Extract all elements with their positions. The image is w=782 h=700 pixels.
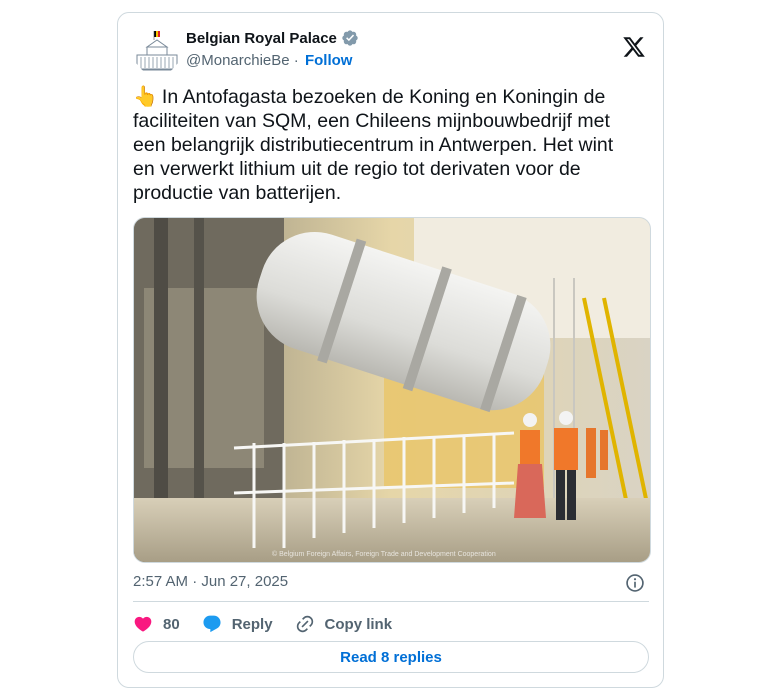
copy-link-button[interactable]: Copy link	[295, 611, 393, 637]
copy-link-label: Copy link	[324, 615, 393, 633]
pointing-up-emoji: 👆	[133, 86, 158, 108]
timestamp[interactable]: 2:57 AM · Jun 27, 2025	[133, 573, 288, 590]
avatar[interactable]	[133, 27, 181, 75]
divider	[133, 601, 649, 602]
reply-bubble-icon	[203, 615, 221, 633]
read-replies-button[interactable]: Read 8 replies	[133, 641, 649, 673]
name-row: Belgian Royal Palace	[186, 29, 359, 47]
reply-label: Reply	[231, 615, 273, 633]
link-icon	[296, 615, 313, 633]
like-count: 80	[163, 615, 180, 633]
timestamp-row: 2:57 AM · Jun 27, 2025	[133, 571, 649, 595]
photo-credit: © Belgium Foreign Affairs, Foreign Trade…	[272, 550, 496, 558]
like-button[interactable]: 80	[133, 611, 180, 637]
tweet-header: Belgian Royal Palace @MonarchieBe · Foll…	[133, 27, 648, 75]
reply-button[interactable]: Reply	[202, 611, 273, 637]
display-name[interactable]: Belgian Royal Palace	[186, 30, 337, 47]
info-icon[interactable]	[625, 573, 645, 593]
action-bar: 80 Reply Copy link	[133, 611, 414, 637]
handle-separator: ·	[289, 52, 303, 69]
verified-badge-icon	[341, 29, 359, 47]
handle[interactable]: @MonarchieBe	[186, 52, 290, 69]
tweet-text: 👆 In Antofagasta bezoeken de Koning en Ko…	[133, 85, 638, 205]
follow-button[interactable]: Follow	[305, 52, 353, 69]
tweet-body: In Antofagasta bezoeken de Koning en Kon…	[133, 86, 614, 204]
x-logo-icon[interactable]	[622, 35, 646, 59]
tweet-card: Belgian Royal Palace @MonarchieBe · Foll…	[117, 12, 664, 688]
heart-icon	[134, 616, 152, 632]
tweet-photo[interactable]: © Belgium Foreign Affairs, Foreign Trade…	[133, 217, 651, 563]
handle-row: @MonarchieBe · Follow	[186, 52, 352, 69]
